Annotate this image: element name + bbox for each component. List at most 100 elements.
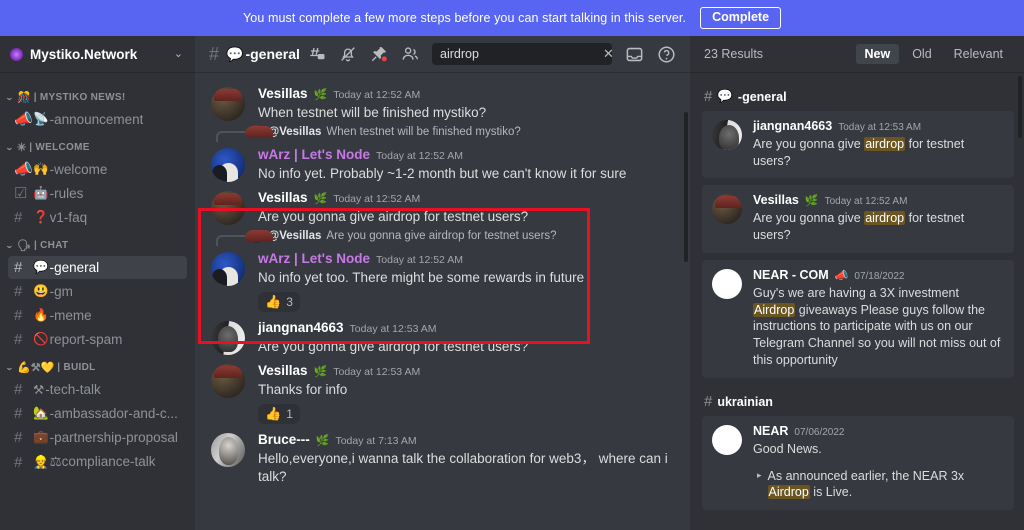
sidebar-channel-v1-faq[interactable]: # ❓ v1-faq <box>8 206 187 229</box>
sidebar-channel--compliance-talk[interactable]: # 👷 ⚖compliance-talk <box>8 450 187 474</box>
reaction-chip[interactable]: 👍 3 <box>258 291 300 312</box>
message-author[interactable]: Vesillas <box>258 86 308 103</box>
search-box[interactable]: ✕ <box>432 43 614 65</box>
search-result-text: Good News. <box>753 441 822 456</box>
channel-list[interactable]: ⌄ 🎊 | MYSTIKO NEWS! 📣 📡 -announcement ⌄ ✳ | WELC… <box>0 72 195 530</box>
channel-category-1[interactable]: ⌄ ✳ | WELCOME <box>0 132 195 157</box>
avatar[interactable] <box>712 120 742 150</box>
message-header: jiangnan4663 Today at 12:53 AM <box>258 320 670 337</box>
search-result-text: Guy's we are having a 3X investment Aird… <box>753 284 1004 369</box>
message-author[interactable]: Bruce--- <box>258 432 310 449</box>
sidebar-channel--welcome[interactable]: 📣 🙌 -welcome <box>8 158 187 181</box>
channel-glyph-icon: 📣 <box>14 111 33 128</box>
search-result-author[interactable]: NEAR <box>753 424 788 440</box>
sidebar-channel--tech-talk[interactable]: # ⚒ -tech-talk <box>8 378 187 401</box>
message-author[interactable]: jiangnan4663 <box>258 320 344 337</box>
avatar[interactable] <box>712 268 742 299</box>
search-result-card[interactable]: Vesillas 🌿 Today at 12:52 AM Are you gonna … <box>702 185 1014 253</box>
help-icon[interactable] <box>657 45 676 64</box>
channel-title-emoji: 💬 <box>226 45 244 62</box>
search-sort-tabs[interactable]: New Old Relevant <box>855 44 1013 64</box>
bell-muted-icon[interactable] <box>339 45 357 63</box>
avatar[interactable] <box>211 364 245 399</box>
sort-tab-relevant[interactable]: Relevant <box>945 44 1012 64</box>
search-panel-scrollbar[interactable] <box>1018 76 1022 138</box>
search-result-author[interactable]: jiangnan4663 <box>753 119 832 135</box>
channel-emoji: ⚒ <box>33 383 45 397</box>
hash-icon: # <box>704 393 713 410</box>
message[interactable]: wArz | Let's Node Today at 12:52 AM No inf… <box>195 141 682 185</box>
avatar[interactable] <box>211 433 245 468</box>
member-list-icon[interactable] <box>401 45 419 63</box>
message[interactable]: Vesillas 🌿 Today at 12:52 AM When testnet w… <box>195 80 682 124</box>
message-header: wArz | Let's Node Today at 12:52 AM <box>258 147 670 164</box>
inbox-icon[interactable] <box>625 45 644 64</box>
avatar[interactable] <box>211 320 245 355</box>
channel-category-0[interactable]: ⌄ 🎊 | MYSTIKO NEWS! <box>0 82 195 107</box>
sidebar-channel--rules[interactable]: ☑ 🤖 -rules <box>8 182 187 205</box>
complete-button[interactable]: Complete <box>700 6 782 30</box>
message-timestamp: Today at 7:13 AM <box>335 435 417 448</box>
reply-preview-text: When testnet will be finished mystiko? <box>326 125 521 138</box>
category-emoji: ✳ <box>17 142 27 154</box>
message-group: Bruce--- 🌿 Today at 7:13 AM Hello,everyone,… <box>195 426 682 488</box>
search-result-card[interactable]: NEAR 07/06/2022 Good News. ▸ As announced ea… <box>702 416 1014 511</box>
message-text: Are you gonna give airdrop for testnet u… <box>258 209 529 225</box>
category-collapse-icon: ⌄ <box>4 143 15 152</box>
chat-scrollbar[interactable] <box>684 112 688 262</box>
message[interactable]: jiangnan4663 Today at 12:53 AM Are you gon… <box>195 314 682 358</box>
search-section-channel-0[interactable]: # 💬 -general <box>702 80 1014 111</box>
search-result-text: Are you gonna give <box>753 211 865 226</box>
chevron-down-icon[interactable]: ⌄ <box>174 48 183 60</box>
reply-avatar <box>250 229 263 243</box>
avatar[interactable] <box>211 87 245 121</box>
message[interactable]: wArz | Let's Node Today at 12:52 AM No inf… <box>195 245 682 314</box>
channel-category-2[interactable]: ⌄ 🗣 | CHAT <box>0 230 195 255</box>
message-author[interactable]: Vesillas <box>258 363 308 380</box>
reaction-row: 👍 3 <box>258 291 670 312</box>
message-author[interactable]: wArz | Let's Node <box>258 147 370 164</box>
search-result-author[interactable]: NEAR - COM <box>753 268 829 284</box>
avatar[interactable] <box>211 147 245 182</box>
avatar[interactable] <box>712 194 742 225</box>
threads-icon[interactable] <box>308 45 326 63</box>
search-result-author[interactable]: Vesillas <box>753 193 799 209</box>
avatar[interactable] <box>712 425 742 455</box>
sidebar-channel--partnership-proposal[interactable]: # 💼 -partnership-proposal <box>8 426 187 449</box>
sort-tab-new[interactable]: New <box>855 44 900 64</box>
search-section-channel-1[interactable]: # ukrainian <box>702 385 1014 416</box>
reply-context[interactable]: @Vesillas When testnet will be finished m… <box>216 124 682 142</box>
search-results-list[interactable]: # 💬 -general jiangnan4663 Today at 12:53 AM A… <box>690 72 1024 530</box>
message-author[interactable]: Vesillas <box>258 190 308 207</box>
sidebar-channel--announcement[interactable]: 📣 📡 -announcement <box>8 108 187 131</box>
avatar[interactable] <box>211 252 245 287</box>
message[interactable]: Bruce--- 🌿 Today at 7:13 AM Hello,everyone,… <box>195 426 682 488</box>
message[interactable]: Vesillas 🌿 Today at 12:53 AM Thanks for inf… <box>195 357 682 426</box>
avatar[interactable] <box>211 191 245 226</box>
message-author[interactable]: wArz | Let's Node <box>258 251 370 268</box>
sidebar-channel--gm[interactable]: # 😃 -gm <box>8 280 187 303</box>
reaction-chip[interactable]: 👍 1 <box>258 404 300 425</box>
sidebar-channel-report-spam[interactable]: # 🚫 report-spam <box>8 328 187 351</box>
hash-icon: # <box>209 43 220 64</box>
sidebar-channel--general[interactable]: # 💬 -general <box>8 256 187 279</box>
message-list[interactable]: Vesillas 🌿 Today at 12:52 AM When testnet w… <box>195 72 690 530</box>
sort-tab-old[interactable]: Old <box>903 44 940 64</box>
search-input[interactable] <box>440 47 601 61</box>
sidebar-channel--meme[interactable]: # 🔥 -meme <box>8 304 187 327</box>
clear-search-icon[interactable]: ✕ <box>601 46 616 62</box>
pinned-messages-icon[interactable] <box>370 45 388 63</box>
channel-glyph-icon: ☑ <box>14 185 28 202</box>
channel-header: # 💬 -general airdrop ✕ <box>195 36 690 72</box>
search-result-card[interactable]: NEAR - COM 📣 07/18/2022 Guy's we are having… <box>702 259 1014 378</box>
channel-category-3[interactable]: ⌄ 💪⚒💛 | BUIDL <box>0 352 195 377</box>
channel-glyph-icon: 📣 <box>14 161 33 178</box>
message[interactable]: Vesillas 🌿 Today at 12:52 AM Are you gonna … <box>195 184 682 228</box>
search-result-card[interactable]: jiangnan4663 Today at 12:53 AM Are you gon… <box>702 111 1014 179</box>
server-header[interactable]: Mystiko.Network ⌄ <box>0 36 195 72</box>
category-collapse-icon: ⌄ <box>4 241 15 250</box>
sidebar-channel--ambassador-and-c-[interactable]: # 🏡 -ambassador-and-c... <box>8 402 187 425</box>
server-icon <box>10 47 23 61</box>
channel-glyph-icon: # <box>14 429 23 446</box>
reply-context[interactable]: @Vesillas Are you gonna give airdrop for … <box>216 228 682 247</box>
